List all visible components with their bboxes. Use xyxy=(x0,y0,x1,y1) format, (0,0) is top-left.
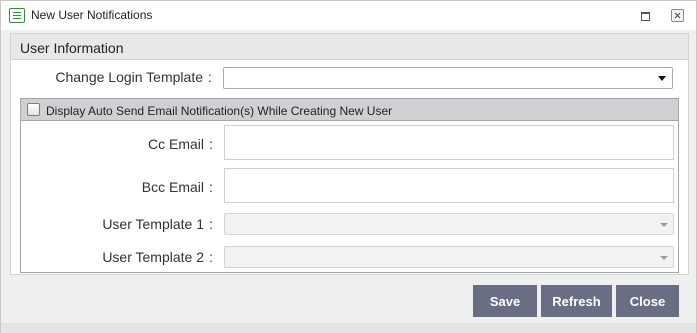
cc-email-field[interactable] xyxy=(224,125,674,160)
cc-email-label: Cc Email xyxy=(147,136,204,152)
bcc-email-label: Bcc Email xyxy=(141,179,204,195)
auto-send-checkbox[interactable] xyxy=(27,103,40,116)
new-user-notifications-dialog: New User Notifications User Information … xyxy=(0,0,697,333)
user-template-2-colon: : xyxy=(209,249,213,265)
title-bar[interactable]: New User Notifications xyxy=(1,1,696,30)
user-template-1-label: User Template 1 xyxy=(102,216,204,232)
chevron-down-icon xyxy=(660,223,668,227)
user-template-1-colon: : xyxy=(209,216,213,232)
user-template-2-label: User Template 2 xyxy=(102,249,204,265)
window-title: New User Notifications xyxy=(31,8,153,22)
change-login-template-label: Change Login Template xyxy=(55,69,203,85)
status-strip xyxy=(1,323,696,333)
change-login-template-colon: : xyxy=(208,69,212,85)
bcc-email-field[interactable] xyxy=(224,168,674,203)
change-login-template-select[interactable] xyxy=(223,67,673,89)
save-button[interactable]: Save xyxy=(473,285,537,317)
chevron-down-icon xyxy=(660,256,668,260)
user-template-1-select[interactable] xyxy=(224,213,674,235)
user-template-2-select[interactable] xyxy=(224,246,674,268)
chevron-down-icon xyxy=(658,76,666,81)
cc-email-colon: : xyxy=(209,136,213,152)
maximize-icon[interactable] xyxy=(639,9,652,22)
auto-send-header: Display Auto Send Email Notification(s) … xyxy=(21,99,678,121)
notifications-list-icon xyxy=(9,8,25,23)
auto-send-label: Display Auto Send Email Notification(s) … xyxy=(46,104,393,118)
close-icon[interactable] xyxy=(671,9,684,22)
user-information-panel: User Information Change Login Template :… xyxy=(10,33,689,275)
panel-title: User Information xyxy=(20,40,124,56)
refresh-button[interactable]: Refresh xyxy=(541,285,612,317)
bcc-email-colon: : xyxy=(209,179,213,195)
auto-send-section: Display Auto Send Email Notification(s) … xyxy=(20,98,679,273)
close-button[interactable]: Close xyxy=(616,285,679,317)
panel-header: User Information xyxy=(11,34,688,60)
